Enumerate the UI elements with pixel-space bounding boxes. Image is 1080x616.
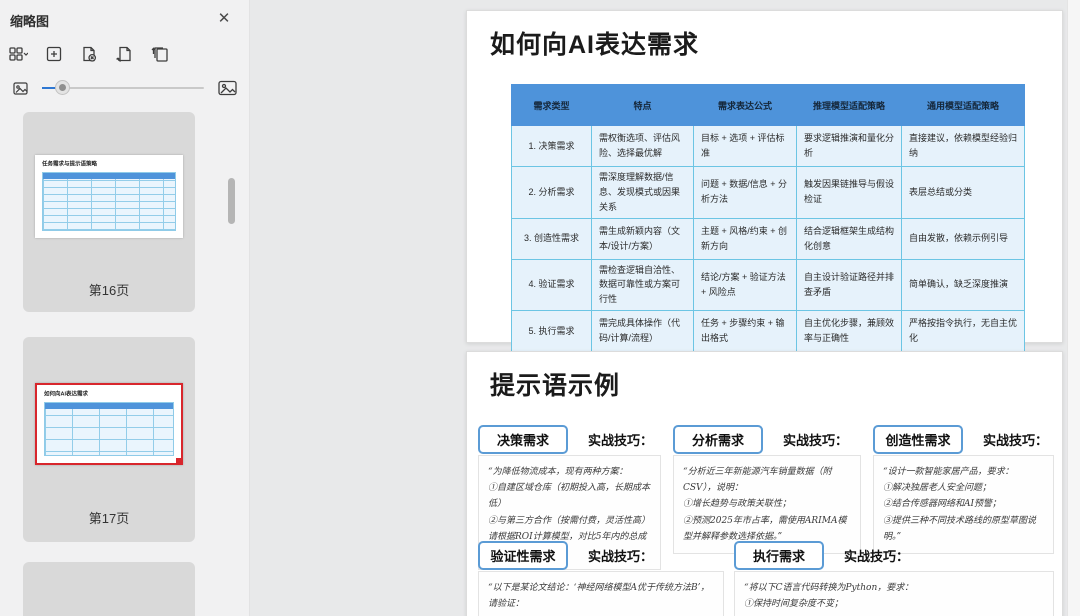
table-cell: 3. 创造性需求 xyxy=(511,217,592,260)
pdf-viewer-window: 缩略图 ✕ 任务需求与提示语策略 第16页 如何向AI表达需求 第17页 如何向… xyxy=(0,0,1080,616)
page-17-label: 第17页 xyxy=(88,511,130,526)
insert-page-icon xyxy=(46,46,62,62)
table-cell: 直接建议，依赖模型经验归纳 xyxy=(901,125,1025,167)
table-header-cell: 特点 xyxy=(591,84,694,126)
table-cell: 结论/方案 + 验证方法 + 风险点 xyxy=(693,258,797,312)
thumbnail-size-large-icon[interactable] xyxy=(216,78,239,98)
delete-page-button[interactable] xyxy=(78,43,100,65)
selection-handle[interactable] xyxy=(176,458,183,465)
table-cell: 简单确认，缺乏深度推演 xyxy=(901,258,1025,312)
thumbnail-zoom-row xyxy=(0,76,250,100)
table-row: 4. 验证需求 需检查逻辑自洽性、数据可靠性或方案可行性 结论/方案 + 验证方法 … xyxy=(511,258,1025,312)
table-cell: 表层总结或分类 xyxy=(901,166,1025,219)
chevron-down-icon xyxy=(23,52,28,56)
table-cell: 自由发散，依赖示例引导 xyxy=(901,217,1025,260)
table-cell: 要求逻辑推演和量化分析 xyxy=(796,125,902,167)
grid-view-icon xyxy=(9,47,23,61)
extract-pages-icon xyxy=(151,47,168,62)
extract-pages-button[interactable] xyxy=(148,43,172,65)
tip-label: 实战技巧： xyxy=(983,432,1049,448)
example-verification: “以下是某论文结论：‘神经网络模型A优于传统方法B’， 请验证： xyxy=(478,571,724,616)
page-17-preview: 如何向AI表达需求 xyxy=(35,383,183,465)
example-execution: “将以下C语言代码转换为Python，要求： ①保持时间复杂度不变； xyxy=(734,571,1054,616)
page-16-label: 第16页 xyxy=(88,283,130,298)
page-17-title: 如何向AI表达需求 xyxy=(490,31,700,59)
table-cell: 需完成具体操作（代码/计算/流程） xyxy=(591,310,694,353)
page-17-mini-table xyxy=(44,402,174,456)
panel-title: 缩略图 xyxy=(10,14,50,29)
table-row: 3. 创造性需求 需生成新颖内容（文本/设计/方案） 主题 + 风格/约束 + 创新… xyxy=(511,217,1025,260)
thumbnail-panel-header: 缩略图 ✕ xyxy=(0,0,249,38)
insert-page-button[interactable] xyxy=(43,43,65,65)
table-header-cell: 通用模型适配策略 xyxy=(901,84,1025,126)
thumbnail-toolbar xyxy=(6,42,172,66)
thumbnail-page-16[interactable]: 任务需求与提示语策略 第16页 xyxy=(23,112,195,312)
thumbnail-page-17-selected[interactable]: 如何向AI表达需求 第17页 xyxy=(23,337,195,542)
page-16-slide-title: 任务需求与提示语策略 xyxy=(42,161,97,168)
table-cell: 需检查逻辑自洽性、数据可靠性或方案可行性 xyxy=(591,258,694,312)
document-area: 如何向AI表达需求 需求类型 特点 需求表达公式 推理模型适配策略 通用模型适配策略 1… xyxy=(250,0,1080,616)
section-creative: 创造性需求 实战技巧： “设计一款智能家居产品，要求： ①解决独居老人安全问题；… xyxy=(873,424,1054,554)
table-cell: 主题 + 风格/约束 + 创新方向 xyxy=(693,217,797,260)
table-cell: 目标 + 选项 + 评估标准 xyxy=(693,125,797,167)
replace-page-button[interactable] xyxy=(113,43,135,65)
panel-scrollbar[interactable] xyxy=(228,178,235,224)
badge-creative: 创造性需求 xyxy=(873,424,963,454)
table-cell: 严格按指令执行，无自主优化 xyxy=(901,310,1025,353)
page-16-preview: 任务需求与提示语策略 xyxy=(35,155,183,238)
table-cell: 自主设计验证路径并排查矛盾 xyxy=(796,258,902,312)
document-scrollbar[interactable] xyxy=(1067,0,1080,616)
thumbnail-list: 任务需求与提示语策略 第16页 如何向AI表达需求 第17页 xyxy=(0,106,250,616)
table-row: 2. 分析需求 需深度理解数据/信息、发现模式或因果关系 问题 + 数据/信息 + … xyxy=(511,166,1025,219)
badge-decision: 决策需求 xyxy=(478,424,568,454)
example-creative: “设计一款智能家居产品，要求： ①解决独居老人安全问题； ②结合传感器网络和AI… xyxy=(873,455,1054,554)
tip-label: 实战技巧： xyxy=(588,432,654,448)
table-header-cell: 需求表达公式 xyxy=(693,84,797,126)
table-row: 1. 决策需求 需权衡选项、评估风险、选择最优解 目标 + 选项 + 评估标准 要求逻… xyxy=(511,125,1025,167)
example-analysis: “分析近三年新能源汽车销量数据（附CSV），说明： ①增长趋势与政策关联性； ②… xyxy=(673,455,861,554)
section-verification: 验证性需求 实战技巧： “以下是某论文结论：‘神经网络模型A优于传统方法B’， … xyxy=(478,540,724,616)
table-cell: 结合逻辑框架生成结构化创意 xyxy=(796,217,902,260)
table-header-cell: 需求类型 xyxy=(511,84,592,126)
close-icon[interactable]: ✕ xyxy=(215,10,233,28)
table-cell: 2. 分析需求 xyxy=(511,166,592,219)
table-header-cell: 推理模型适配策略 xyxy=(796,84,902,126)
badge-analysis: 分析需求 xyxy=(673,424,763,454)
section-analysis: 分析需求 实战技巧： “分析近三年新能源汽车销量数据（附CSV），说明： ①增长… xyxy=(673,424,861,554)
tip-label: 实战技巧： xyxy=(844,548,910,564)
table-cell: 问题 + 数据/信息 + 分析方法 xyxy=(693,166,797,219)
tip-label: 实战技巧： xyxy=(588,548,654,564)
table-cell: 4. 验证需求 xyxy=(511,258,592,312)
table-cell: 5. 执行需求 xyxy=(511,310,592,353)
table-cell: 需生成新颖内容（文本/设计/方案） xyxy=(591,217,694,260)
table-cell: 任务 + 步骤约束 + 输出格式 xyxy=(693,310,797,353)
view-mode-button[interactable] xyxy=(6,43,30,65)
section-execution: 执行需求 实战技巧： “将以下C语言代码转换为Python，要求： ①保持时间复… xyxy=(734,540,1054,616)
replace-page-icon xyxy=(116,46,131,62)
badge-execution: 执行需求 xyxy=(734,540,824,570)
thumbnail-panel: 缩略图 ✕ 任务需求与提示语策略 第16页 如何向AI表达需求 第17页 xyxy=(0,0,250,616)
page-18-title: 提示语示例 xyxy=(490,372,621,400)
thumbnail-size-small-icon[interactable] xyxy=(11,80,30,97)
requirements-table: 需求类型 特点 需求表达公式 推理模型适配策略 通用模型适配策略 1. 决策需求 需权衡选… xyxy=(511,84,1025,353)
table-cell: 1. 决策需求 xyxy=(511,125,592,167)
table-cell: 自主优化步骤，兼顾效率与正确性 xyxy=(796,310,902,353)
badge-verification: 验证性需求 xyxy=(478,540,568,570)
table-cell: 需深度理解数据/信息、发现模式或因果关系 xyxy=(591,166,694,219)
thumbnail-page-18[interactable] xyxy=(23,562,195,616)
table-row: 5. 执行需求 需完成具体操作（代码/计算/流程） 任务 + 步骤约束 + 输出格式… xyxy=(511,310,1025,353)
table-header-row: 需求类型 特点 需求表达公式 推理模型适配策略 通用模型适配策略 xyxy=(511,84,1025,126)
slider-thumb[interactable] xyxy=(56,81,69,94)
tip-label: 实战技巧： xyxy=(783,432,849,448)
table-cell: 需权衡选项、评估风险、选择最优解 xyxy=(591,125,694,167)
delete-page-icon xyxy=(83,46,97,62)
page-17-slide-title: 如何向AI表达需求 xyxy=(44,391,88,398)
page-16-mini-table xyxy=(42,172,176,231)
document-page-17: 如何向AI表达需求 需求类型 特点 需求表达公式 推理模型适配策略 通用模型适配策略 1… xyxy=(466,10,1063,353)
table-cell: 触发因果链推导与假设检证 xyxy=(796,166,902,219)
document-page-18: 提示语示例 决策需求 实战技巧： “为降低物流成本，现有两种方案： ①自建区域仓… xyxy=(466,351,1063,616)
thumbnail-size-slider[interactable] xyxy=(42,81,204,95)
